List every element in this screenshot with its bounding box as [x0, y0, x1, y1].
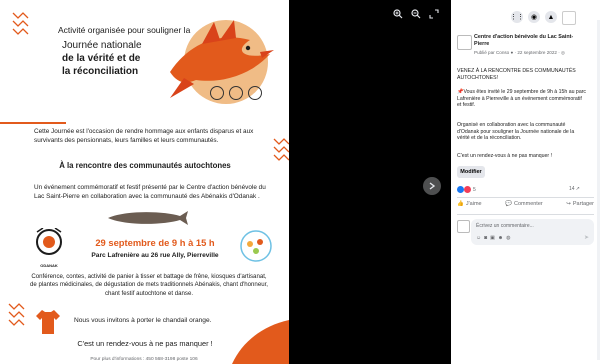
account-avatar[interactable]: [562, 11, 576, 25]
poster-symbol-row: [210, 86, 262, 100]
orange-rule: [0, 122, 66, 124]
post-heading-line: VENEZ À LA RENCONTRE DES COMMUNAUTÉS AUT…: [457, 68, 576, 81]
menu-grid-icon[interactable]: ⋮⋮: [510, 11, 524, 23]
send-icon[interactable]: ➤: [584, 234, 589, 241]
top-nav-icons: ⋮⋮ ◉ ▲: [510, 11, 576, 25]
orange-shirt-icon: [36, 310, 60, 334]
reactions-summary[interactable]: 5: [457, 186, 476, 193]
poster-body-text: Un événement commémoratif et festif prés…: [34, 184, 266, 200]
comment-input[interactable]: Écrivez un commentaire... ☺ ◙ ▣ ☻ ◍ ➤: [471, 219, 594, 245]
orange-shirt-text: Nous vous invitons à porter le chandail …: [74, 317, 212, 324]
zigzag-decoration-top: [12, 12, 29, 35]
next-photo-button[interactable]: [423, 177, 441, 195]
like-button[interactable]: 👍 J'aime: [457, 201, 482, 207]
symbol-icon: [229, 86, 243, 100]
camera-icon[interactable]: ◙: [484, 235, 487, 241]
odanak-logo-text: ODANAK: [40, 263, 58, 268]
symbol-icon: [248, 86, 262, 100]
like-reaction-icon: [457, 186, 464, 193]
share-icon: ↪: [566, 201, 571, 207]
zoom-in-icon[interactable]: [393, 9, 403, 19]
cab-logo: [240, 230, 272, 262]
odanak-logo: [36, 228, 62, 255]
notifications-icon[interactable]: ▲: [545, 11, 557, 23]
chevron-right-icon: [429, 182, 436, 190]
poster-date-time: 29 septembre de 9 h à 15 h: [95, 237, 215, 248]
comment-button[interactable]: 💬 Commenter: [505, 201, 543, 207]
thumbs-up-icon: 👍: [457, 201, 464, 207]
gif-icon[interactable]: ▣: [490, 235, 495, 241]
zigzag-decoration-right: [273, 138, 289, 161]
page-avatar[interactable]: [457, 35, 472, 50]
share-count[interactable]: 14 ↗: [569, 186, 580, 192]
comment-placeholder: Écrivez un commentaire...: [476, 223, 534, 229]
divider: [457, 197, 594, 198]
post-paragraph-1: 📌Vous êtes invité le 29 septembre de 9h …: [457, 89, 587, 109]
poster-image: Activité organisée pour souligner la Jou…: [0, 0, 289, 364]
sturgeon-illustration: [108, 211, 188, 225]
post-panel: ⋮⋮ ◉ ▲ Centre d'action bénévole du Lac S…: [451, 0, 600, 364]
poster-title-line3: la réconciliation: [62, 66, 139, 77]
post-meta: Publié par Conso ● · 22 septembre 2022 ·…: [474, 50, 566, 55]
messenger-icon[interactable]: ◉: [528, 11, 540, 23]
poster-activities: Conférence, contes, activité de panier à…: [30, 273, 268, 297]
post-actions: 👍 J'aime 💬 Commenter ↪ Partager: [457, 201, 594, 207]
post-paragraph-2: Organisé en collaboration avec la commun…: [457, 122, 575, 142]
poster-location: Parc Lafrenière au 26 rue Ally, Pierrevi…: [91, 252, 219, 259]
symbol-icon: [210, 86, 224, 100]
fullscreen-icon[interactable]: [429, 9, 439, 19]
post-paragraph-3: C'est un rendez-vous à ne pas manquer !: [457, 153, 552, 159]
zoom-out-icon[interactable]: [411, 9, 421, 19]
emoji-icon[interactable]: ☻: [498, 235, 503, 241]
share-count-value: 14: [569, 186, 575, 192]
post-page-name[interactable]: Centre d'action bénévole du Lac Saint-Pi…: [474, 34, 584, 48]
comment-label: Commenter: [514, 201, 543, 207]
poster-heading: À la rencontre des communautés autochton…: [59, 161, 231, 170]
reaction-count: 5: [473, 186, 476, 193]
poster-title-line1: Journée nationale: [62, 40, 142, 51]
like-label: J'aime: [465, 201, 482, 207]
share-label: Partager: [572, 201, 594, 207]
avatar-sticker-icon[interactable]: ◍: [506, 235, 510, 241]
photo-viewer-backdrop: [289, 0, 451, 364]
love-reaction-icon: [464, 186, 471, 193]
edit-post-button[interactable]: Modifier: [457, 166, 485, 178]
comment-tools: ☺ ◙ ▣ ☻ ◍: [476, 235, 511, 241]
poster-title-line2: de la vérité et de: [62, 53, 141, 64]
comment-icon: 💬: [505, 201, 512, 207]
commenter-avatar: [457, 220, 470, 233]
poster-intro-text: Cette Journée est l'occasion de rendre h…: [34, 128, 254, 144]
share-button[interactable]: ↪ Partager: [566, 201, 594, 207]
sticker-icon[interactable]: ☺: [476, 235, 481, 241]
zigzag-decoration-bottom: [8, 303, 25, 326]
viewer-toolbar: [393, 9, 439, 19]
divider: [457, 214, 594, 215]
share-count-icon: ↗: [575, 186, 580, 192]
poster-footer: Pour plus d'informations : 450 568-3198 …: [90, 357, 198, 362]
